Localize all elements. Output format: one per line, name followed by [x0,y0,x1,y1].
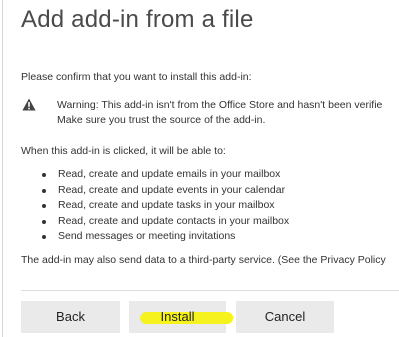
footer-divider [21,290,399,291]
back-button[interactable]: Back [21,301,120,333]
privacy-note: The add-in may also send data to a third… [21,254,386,266]
dialog-title: Add add-in from a file [21,6,254,33]
capability-list: Read, create and update emails in your m… [39,167,289,245]
warning-line-1: Warning: This add-in isn't from the Offi… [57,99,383,111]
capability-item: Read, create and update emails in your m… [39,167,289,183]
capability-item: Read, create and update contacts in your… [39,214,289,230]
cancel-button[interactable]: Cancel [236,301,334,333]
warning-message: Warning: This add-in isn't from the Offi… [57,98,382,128]
capabilities-intro: When this add-in is clicked, it will be … [21,145,226,157]
warning-line-2: Make sure you trust the source of the ad… [57,114,266,126]
warning-icon [22,98,36,111]
capability-item: Send messages or meeting invitations [39,229,289,245]
capability-item: Read, create and update tasks in your ma… [39,198,289,214]
dialog-left-border [2,0,3,337]
confirm-prompt: Please confirm that you want to install … [21,71,252,83]
install-highlight-mark [140,312,233,324]
capability-item: Read, create and update events in your c… [39,183,289,199]
